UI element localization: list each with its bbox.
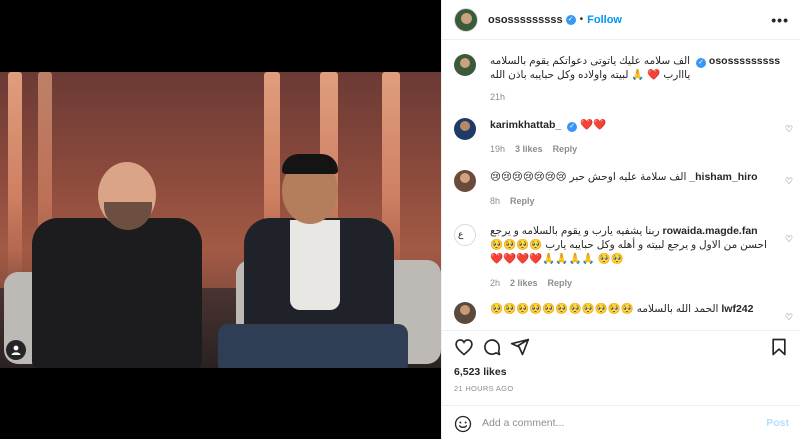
add-comment-input[interactable] — [482, 415, 742, 431]
comment-time: 19h — [490, 144, 506, 154]
comment-reply-button[interactable]: Reply — [510, 196, 535, 206]
comment-reply-button[interactable]: Reply — [548, 278, 573, 288]
caption-body: ososssssssss ✓ الف سلامه عليك ياتوتى دعو… — [490, 54, 790, 82]
commenter-avatar[interactable]: ع — [454, 224, 476, 246]
comment-text: karimkhattab_ ✓ ❤️❤️ — [490, 118, 776, 132]
user-tag-icon[interactable] — [6, 340, 26, 360]
commenter-avatar[interactable] — [454, 302, 476, 324]
action-bar — [442, 330, 800, 360]
comment-time: 2h — [490, 278, 501, 288]
comment-username[interactable]: karimkhattab_ — [490, 119, 561, 131]
comment-like-icon[interactable]: ♡ — [784, 176, 794, 186]
comment-username[interactable]: lwf242 — [721, 303, 753, 315]
comment-body: _hisham_hiro الف سلامة عليه اوحش حبر 😢😢😢… — [490, 170, 776, 184]
separator-dot: • — [579, 14, 584, 25]
hair — [282, 154, 338, 174]
bookmark-icon[interactable] — [769, 337, 789, 357]
instagram-post-modal: ososssssssss ✓ • Follow ••• ososssssssss… — [0, 0, 800, 439]
comment-likes-count[interactable]: 3 likes — [515, 144, 543, 154]
comment-item: _hisham_hiro الف سلامة عليه اوحش حبر 😢😢😢… — [454, 170, 794, 210]
comment-username[interactable]: rowaida.magde.fan — [662, 225, 757, 237]
comment-item: karimkhattab_ ✓ ❤️❤️ ♡ 19h 3 likes Reply — [454, 118, 794, 158]
verified-badge-icon: ✓ — [696, 58, 706, 68]
post-comment-button[interactable]: Post — [766, 417, 789, 429]
comment-bubble-icon[interactable] — [482, 337, 502, 357]
comment-meta: 19h 3 likes Reply — [490, 144, 577, 154]
add-comment-bar: Post — [442, 405, 800, 439]
comment-body: rowaida.magde.fan ربنا يشفيه يارب و يقوم… — [490, 224, 776, 266]
follow-button[interactable]: Follow — [587, 14, 622, 26]
author-username[interactable]: ososssssssss — [488, 14, 563, 26]
comment-item: ع rowaida.magde.fan ربنا يشفيه يارب و يق… — [454, 224, 794, 292]
caption-avatar[interactable] — [454, 54, 476, 76]
right-person — [218, 148, 408, 368]
more-options-icon[interactable]: ••• — [771, 12, 789, 28]
post-photo[interactable] — [0, 72, 441, 368]
caption-time: 21h — [490, 92, 506, 102]
comment-item: lwf242 الحمد الله بالسلامه 🥺🥺🥺🥺🥺🥺🥺🥺🥺🥺🥺 ♡ — [454, 302, 794, 330]
left-person — [20, 160, 210, 368]
caption-text: ososssssssss ✓ الف سلامه عليك ياتوتى دعو… — [490, 54, 790, 82]
commenter-avatar[interactable] — [454, 118, 476, 140]
black-suit — [32, 218, 202, 368]
comment-message: ❤️❤️ — [580, 119, 607, 131]
comment-text: lwf242 الحمد الله بالسلامه 🥺🥺🥺🥺🥺🥺🥺🥺🥺🥺🥺 — [490, 302, 776, 316]
likes-count[interactable]: 6,523 likes — [454, 366, 507, 378]
caption-meta: 21h — [490, 92, 505, 102]
comment-message: الحمد الله بالسلامه 🥺🥺🥺🥺🥺🥺🥺🥺🥺🥺🥺 — [490, 303, 719, 315]
post-timestamp[interactable]: 21 HOURS AGO — [454, 384, 513, 393]
smiley-icon[interactable] — [454, 415, 472, 433]
comment-time: 8h — [490, 196, 501, 206]
comment-text: _hisham_hiro الف سلامة عليه اوحش حبر 😢😢😢… — [490, 170, 776, 184]
caption-message: الف سلامه عليك ياتوتى دعواتكم يقوم بالسل… — [490, 55, 691, 81]
comment-like-icon[interactable]: ♡ — [784, 234, 794, 244]
verified-badge-icon: ✓ — [567, 122, 578, 132]
post-media — [0, 0, 441, 439]
comment-meta: 8h Reply — [490, 196, 535, 206]
paper-plane-icon[interactable] — [510, 337, 530, 357]
person-glyph-icon — [11, 345, 21, 355]
comment-like-icon[interactable]: ♡ — [784, 124, 794, 134]
comment-like-icon[interactable]: ♡ — [784, 312, 794, 322]
post-side-panel: ososssssssss ✓ • Follow ••• ososssssssss… — [441, 0, 800, 439]
comment-reply-button[interactable]: Reply — [553, 144, 578, 154]
comment-message: الف سلامة عليه اوحش حبر 😢😢😢😢😢😢😢 — [490, 171, 687, 183]
caption: ososssssssss ✓ الف سلامه عليك ياتوتى دعو… — [454, 54, 794, 104]
jeans — [218, 324, 408, 368]
caption-username[interactable]: ososssssssss — [709, 55, 780, 67]
post-header: ososssssssss ✓ • Follow ••• — [442, 0, 800, 40]
comment-username[interactable]: _hisham_hiro — [689, 171, 757, 183]
white-shirt — [290, 220, 340, 310]
heart-outline-icon[interactable] — [454, 337, 474, 357]
comments-list[interactable]: ososssssssss ✓ الف سلامه عليك ياتوتى دعو… — [442, 40, 800, 330]
author-avatar[interactable] — [454, 7, 478, 32]
verified-badge-icon: ✓ — [565, 14, 576, 25]
comment-body: lwf242 الحمد الله بالسلامه 🥺🥺🥺🥺🥺🥺🥺🥺🥺🥺🥺 — [490, 302, 776, 316]
comment-meta: 2h 2 likes Reply — [490, 278, 572, 288]
comment-body: karimkhattab_ ✓ ❤️❤️ — [490, 118, 776, 132]
comment-likes-count[interactable]: 2 likes — [510, 278, 538, 288]
comment-text: rowaida.magde.fan ربنا يشفيه يارب و يقوم… — [490, 224, 776, 266]
commenter-avatar[interactable] — [454, 170, 476, 192]
